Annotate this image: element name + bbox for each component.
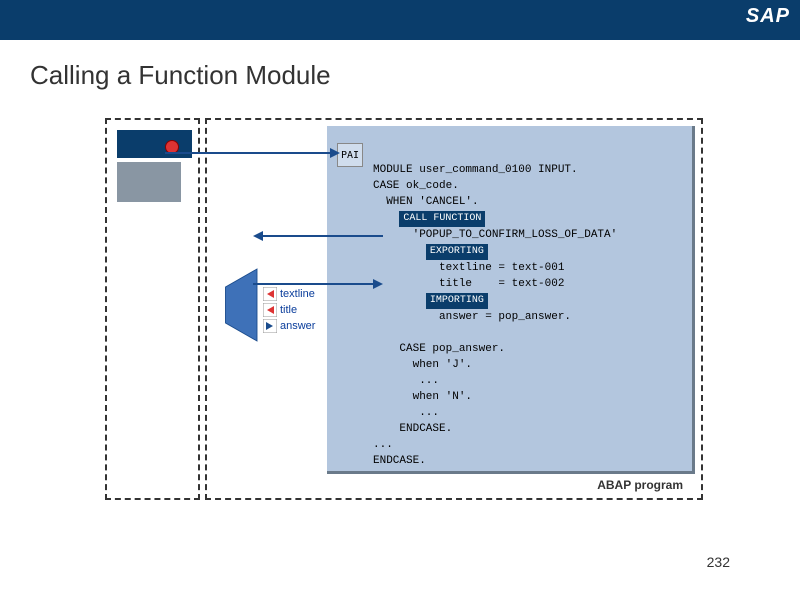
top-bar: SAP [0, 0, 800, 40]
code-container: PAI MODULE user_command_0100 INPUT. CASE… [205, 118, 703, 500]
keyword-importing: IMPORTING [426, 293, 488, 309]
code-line: ENDCASE. [373, 455, 426, 467]
page-number: 232 [707, 554, 730, 570]
dialog-container [105, 118, 200, 500]
code-line: textline = text-001 [373, 262, 564, 274]
code-line: MODULE user_command_0100 INPUT. [373, 164, 578, 176]
arrow-speaker-to-importing [253, 278, 383, 290]
dialog-body [117, 162, 181, 202]
code-line: ... [373, 439, 393, 451]
arrow-left-icon [263, 303, 277, 317]
arrow-dialog-to-pai [165, 143, 340, 163]
param-label: title [280, 304, 297, 316]
arrow-right-icon [263, 319, 277, 333]
code-line: ... [373, 375, 439, 387]
code-line: CASE pop_answer. [373, 343, 505, 355]
abap-code: MODULE user_command_0100 INPUT. CASE ok_… [373, 146, 617, 485]
code-line: WHEN 'CANCEL'. [373, 196, 479, 208]
abap-program-label: ABAP program [597, 478, 683, 492]
slide-title: Calling a Function Module [0, 40, 800, 91]
code-line: answer = pop_answer. [373, 311, 571, 323]
code-line: title = text-002 [373, 278, 564, 290]
sap-logo: SAP [746, 5, 790, 28]
code-line: when 'J'. [373, 359, 472, 371]
arrow-exporting-to-speaker [253, 230, 383, 242]
code-line: 'POPUP_TO_CONFIRM_LOSS_OF_DATA' [373, 229, 617, 241]
code-line: ... [373, 407, 439, 419]
keyword-call-function: CALL FUNCTION [399, 211, 485, 227]
param-label: answer [280, 320, 315, 332]
code-line: ENDCASE. [373, 423, 452, 435]
pai-box: PAI [337, 143, 363, 167]
code-line: when 'N'. [373, 391, 472, 403]
code-line: CASE ok_code. [373, 180, 459, 192]
parameter-list: textline title answer [263, 286, 315, 334]
param-answer: answer [263, 318, 315, 334]
diagram: PAI MODULE user_command_0100 INPUT. CASE… [105, 118, 705, 503]
param-title: title [263, 302, 315, 318]
keyword-exporting: EXPORTING [426, 244, 488, 260]
